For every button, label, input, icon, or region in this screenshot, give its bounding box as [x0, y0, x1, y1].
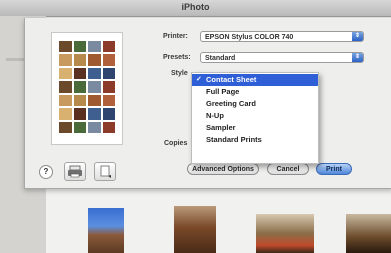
chevron-up-down-icon: ⇕ [352, 32, 363, 41]
preview-thumbnail [59, 94, 72, 107]
menu-item-label: N-Up [206, 111, 224, 120]
window-titlebar: iPhoto [0, 0, 391, 17]
preview-thumbnail [102, 81, 115, 93]
photo-thumbnail[interactable] [256, 214, 314, 253]
preview-thumbnail [59, 67, 72, 80]
presets-popup[interactable]: Standard ⇕ [200, 52, 364, 63]
preview-thumbnail [59, 108, 72, 120]
menu-item-label: Sampler [206, 123, 236, 132]
print-sheet: Printer: EPSON Stylus COLOR 740 ⇕ Preset… [24, 18, 391, 189]
preview-thumbnail [88, 41, 101, 53]
menu-item-label: Contact Sheet [206, 75, 257, 84]
chevron-up-down-icon: ⇕ [352, 53, 363, 62]
preview-thumbnail-grid [59, 41, 115, 133]
preview-thumbnail [59, 81, 72, 93]
preview-thumbnail [59, 121, 72, 133]
preview-thumbnail [88, 81, 101, 93]
printer-label: Printer: [163, 33, 188, 40]
preview-thumbnail [73, 81, 86, 93]
style-menu: ✓ Contact Sheet Full Page Greeting Card … [191, 72, 319, 164]
preview-button[interactable] [94, 162, 116, 181]
advanced-options-button[interactable]: Advanced Options [187, 163, 259, 175]
photo-thumbnail[interactable] [346, 214, 391, 253]
cancel-button[interactable]: Cancel [267, 163, 309, 175]
photo-thumbnail[interactable] [174, 206, 216, 253]
print-button[interactable]: Print [316, 163, 352, 175]
preview-icon [100, 165, 111, 178]
preview-thumbnail [102, 41, 115, 53]
printer-settings-button[interactable] [64, 162, 86, 181]
preview-thumbnail [102, 54, 115, 66]
window-title: iPhoto [181, 2, 210, 12]
preview-thumbnail [73, 94, 86, 107]
presets-value: Standard [205, 55, 236, 62]
preview-thumbnail [88, 67, 101, 80]
menu-item-label: Full Page [206, 87, 240, 96]
preview-thumbnail [102, 94, 115, 107]
style-option-n-up[interactable]: N-Up [192, 110, 318, 122]
preview-thumbnail [88, 54, 101, 66]
preview-thumbnail [73, 54, 86, 66]
preview-thumbnail [102, 67, 115, 80]
preview-thumbnail [102, 108, 115, 120]
printer-popup[interactable]: EPSON Stylus COLOR 740 ⇕ [200, 31, 364, 42]
preview-thumbnail [59, 54, 72, 66]
style-option-contact-sheet[interactable]: ✓ Contact Sheet [192, 74, 318, 86]
style-option-greeting-card[interactable]: Greeting Card [192, 98, 318, 110]
style-option-full-page[interactable]: Full Page [192, 86, 318, 98]
printer-icon [68, 165, 82, 178]
help-button[interactable]: ? [39, 165, 53, 179]
menu-item-label: Standard Prints [206, 135, 262, 144]
preview-thumbnail [73, 108, 86, 120]
copies-label: Copies [164, 140, 188, 147]
photo-thumbnail[interactable] [88, 208, 124, 253]
menu-item-label: Greeting Card [206, 99, 257, 108]
checkmark-icon: ✓ [196, 76, 202, 83]
photo-library-grid [46, 186, 391, 253]
preview-thumbnail [73, 67, 86, 80]
style-option-sampler[interactable]: Sampler [192, 122, 318, 134]
preview-thumbnail [102, 121, 115, 133]
preview-thumbnail [59, 41, 72, 53]
printer-value: EPSON Stylus COLOR 740 [205, 34, 294, 41]
style-label: Style [171, 70, 188, 77]
style-option-standard-prints[interactable]: Standard Prints [192, 134, 318, 146]
presets-label: Presets: [163, 54, 191, 61]
preview-thumbnail [73, 121, 86, 133]
preview-thumbnail [73, 41, 86, 53]
preview-thumbnail [88, 121, 101, 133]
preview-thumbnail [88, 108, 101, 120]
preview-thumbnail [88, 94, 101, 107]
contact-sheet-preview [51, 32, 123, 145]
